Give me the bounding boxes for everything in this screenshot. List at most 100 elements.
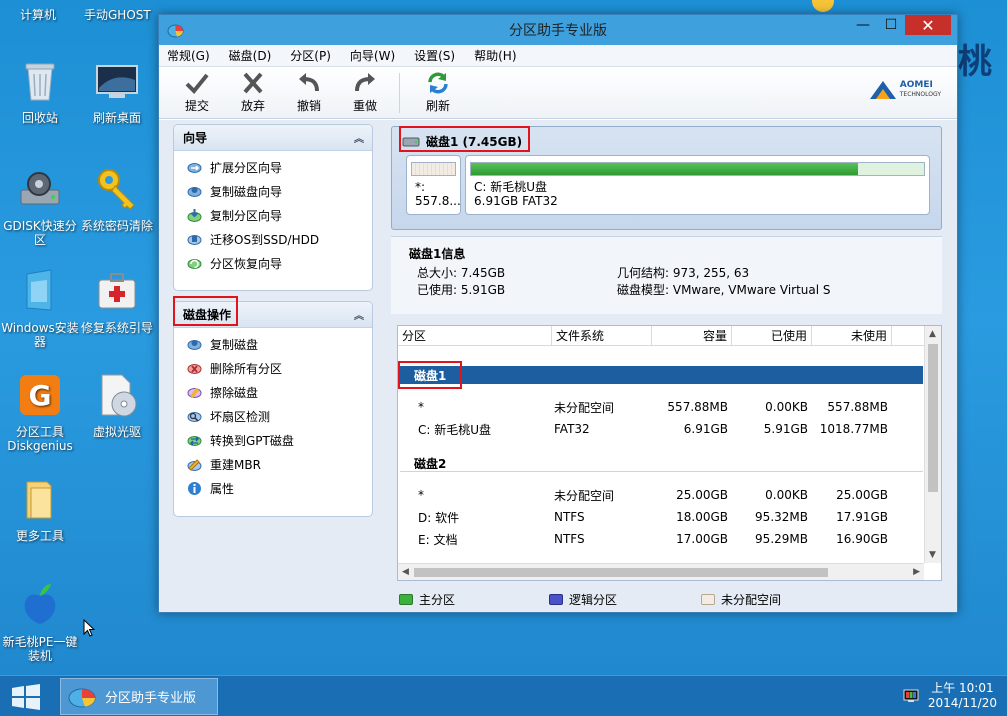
maximize-button[interactable]: ☐	[877, 15, 905, 35]
table-row[interactable]: * 未分配空间 25.00GB 0.00KB 25.00GB	[398, 484, 926, 506]
table-row[interactable]: * 未分配空间 557.88MB 0.00KB 557.88MB	[398, 396, 926, 418]
disk-map-title[interactable]: 磁盘1 (7.45GB)	[402, 133, 522, 150]
migrate-os-icon	[187, 234, 202, 245]
disk-op-label: 擦除磁盘	[210, 385, 259, 400]
cell-unused: 17.91GB	[836, 510, 888, 524]
cell-capacity: 557.88MB	[667, 400, 728, 414]
undo-arrow-icon	[299, 73, 319, 92]
unallocated-block[interactable]: *: 557.8...	[406, 155, 461, 215]
menu-disk[interactable]: 磁盘(D)	[229, 47, 272, 64]
unallocated-text: *: 557.8...	[415, 180, 461, 208]
legend-logical: 逻辑分区	[549, 591, 617, 608]
col-unused[interactable]: 未使用	[812, 326, 892, 346]
table-row[interactable]: D: 软件 NTFS 18.00GB 95.32MB 17.91GB	[398, 506, 926, 528]
wizard-panel-header[interactable]: 向导 ︽	[174, 125, 372, 151]
disk-ops-panel-header[interactable]: 磁盘操作 ︽	[174, 302, 372, 328]
scroll-right-arrow-icon[interactable]: ▶	[913, 567, 920, 577]
menu-partition[interactable]: 分区(P)	[290, 47, 331, 64]
desktop-icon-diskgenius[interactable]: G 分区工具Diskgenius	[0, 372, 80, 453]
commit-button[interactable]: 提交	[169, 71, 225, 114]
vertical-scroll-thumb[interactable]	[928, 344, 938, 492]
menu-wizard[interactable]: 向导(W)	[350, 47, 395, 64]
op-rebuild-mbr[interactable]: 重建MBR	[174, 452, 372, 476]
desktop-label-manual-ghost[interactable]: 手动GHOST	[84, 6, 151, 23]
desktop-icon-peach-pe[interactable]: 新毛桃PE一键装机	[0, 582, 80, 663]
desktop-icon-refresh-desktop[interactable]: 刷新桌面	[77, 58, 157, 125]
desktop-icon-gdisk[interactable]: GDISK快速分区	[0, 166, 80, 247]
redo-button[interactable]: 重做	[337, 71, 393, 114]
menu-help[interactable]: 帮助(H)	[474, 47, 516, 64]
collapse-chevron-icon[interactable]: ︽	[354, 307, 364, 322]
wizard-panel: 向导 ︽ 扩展分区向导 复制磁盘向导 复制分区向导 迁移OS到SSD/HDD 分…	[173, 124, 373, 291]
desktop-icon-windows-installer[interactable]: Windows安装器	[0, 268, 80, 349]
group-row-disk1[interactable]: 磁盘1	[400, 366, 923, 384]
partition-assistant-window: 分区助手专业版 — ☐ ✕ 常规(G) 磁盘(D) 分区(P) 向导(W) 设置…	[158, 14, 958, 613]
partition-c-line1: C: 新毛桃U盘	[474, 180, 548, 194]
table-row[interactable]: C: 新毛桃U盘 FAT32 6.91GB 5.91GB 1018.77MB	[398, 418, 926, 440]
op-delete-all-partitions[interactable]: 删除所有分区	[174, 356, 372, 380]
desktop-icon-more-tools[interactable]: 更多工具	[0, 476, 80, 543]
disk-geometry: 几何结构: 973, 255, 63	[617, 266, 750, 280]
op-copy-disk[interactable]: 复制磁盘	[174, 332, 372, 356]
op-bad-sector-check[interactable]: 坏扇区检测	[174, 404, 372, 428]
collapse-chevron-icon[interactable]: ︽	[354, 130, 364, 145]
legend-swatch	[549, 593, 563, 605]
minimize-button[interactable]: —	[849, 15, 877, 35]
unallocated-line1: *:	[415, 180, 426, 194]
desktop-icon-repair-boot[interactable]: 修复系统引导	[77, 268, 157, 335]
desktop-icon-label: Windows安装器	[1, 321, 79, 349]
legend: 主分区 逻辑分区 未分配空间	[399, 590, 939, 608]
scroll-left-arrow-icon[interactable]: ◀	[402, 567, 409, 577]
op-properties[interactable]: 属性	[174, 476, 372, 500]
close-button[interactable]: ✕	[905, 15, 951, 35]
horizontal-scrollbar[interactable]: ◀ ▶	[398, 563, 924, 580]
undo-button[interactable]: 撤销	[281, 71, 337, 114]
group-row-disk2[interactable]: 磁盘2	[400, 454, 923, 472]
redo-arrow-icon	[355, 73, 375, 92]
desktop-label-computer[interactable]: 计算机	[20, 6, 56, 23]
scroll-up-arrow-icon[interactable]: ▲	[929, 329, 936, 339]
table-row[interactable]: E: 文档 NTFS 17.00GB 95.29MB 16.90GB	[398, 528, 926, 550]
title-bar[interactable]: 分区助手专业版 — ☐ ✕	[159, 15, 957, 45]
discard-button[interactable]: 放弃	[225, 71, 281, 114]
col-used[interactable]: 已使用	[732, 326, 812, 346]
wipe-disk-icon	[187, 387, 202, 398]
wizard-copy-disk[interactable]: 复制磁盘向导	[174, 179, 372, 203]
legend-label: 逻辑分区	[569, 592, 618, 607]
wizard-migrate-os[interactable]: 迁移OS到SSD/HDD	[174, 227, 372, 251]
wizard-partition-recovery[interactable]: 分区恢复向导	[174, 251, 372, 275]
cell-capacity: 18.00GB	[676, 510, 728, 524]
desktop-icon-virtual-drive[interactable]: 虚拟光驱	[77, 372, 157, 439]
svg-text:G: G	[29, 379, 52, 412]
wizard-copy-partition[interactable]: 复制分区向导	[174, 203, 372, 227]
right-pane: 磁盘1 (7.45GB) *: 557.8... C: 新毛桃U盘 6.91GB…	[391, 120, 945, 612]
group-label: 磁盘1	[414, 369, 447, 383]
desktop-icon-label: 新毛桃PE一键装机	[2, 635, 78, 663]
col-capacity[interactable]: 容量	[652, 326, 732, 346]
cell-filesystem: FAT32	[554, 422, 590, 436]
op-convert-gpt[interactable]: 转换到GPT磁盘	[174, 428, 372, 452]
col-filesystem[interactable]: 文件系统	[552, 326, 652, 346]
refresh-button[interactable]: 刷新	[410, 71, 466, 114]
op-wipe-disk[interactable]: 擦除磁盘	[174, 380, 372, 404]
taskbar-item-partition-assistant[interactable]: 分区助手专业版	[60, 678, 218, 715]
menu-general[interactable]: 常规(G)	[167, 47, 210, 64]
scroll-down-arrow-icon[interactable]: ▼	[929, 550, 936, 560]
legend-label: 主分区	[419, 592, 456, 607]
display-tray-icon[interactable]	[903, 689, 919, 703]
horizontal-scroll-thumb[interactable]	[414, 568, 828, 577]
aomei-logo-icon	[869, 81, 896, 99]
wizard-extend-partition[interactable]: 扩展分区向导	[174, 155, 372, 179]
table-header: 分区 文件系统 容量 已使用 未使用	[398, 326, 941, 346]
clock-date: 2014/11/20	[927, 696, 997, 710]
desktop-icon-recycle-bin[interactable]: 回收站	[0, 58, 80, 125]
cell-unused: 16.90GB	[836, 532, 888, 546]
system-clock[interactable]: 上午 10:01 2014/11/20	[928, 681, 997, 711]
clock-time: 上午 10:01	[931, 681, 994, 695]
col-partition[interactable]: 分区	[398, 326, 552, 346]
partition-c-block[interactable]: C: 新毛桃U盘 6.91GB FAT32	[465, 155, 930, 215]
menu-settings[interactable]: 设置(S)	[414, 47, 455, 64]
desktop-icon-password-clear[interactable]: 系统密码清除	[77, 166, 157, 233]
windows-start-icon[interactable]	[10, 684, 42, 710]
vertical-scrollbar[interactable]: ▲ ▼	[924, 326, 941, 563]
